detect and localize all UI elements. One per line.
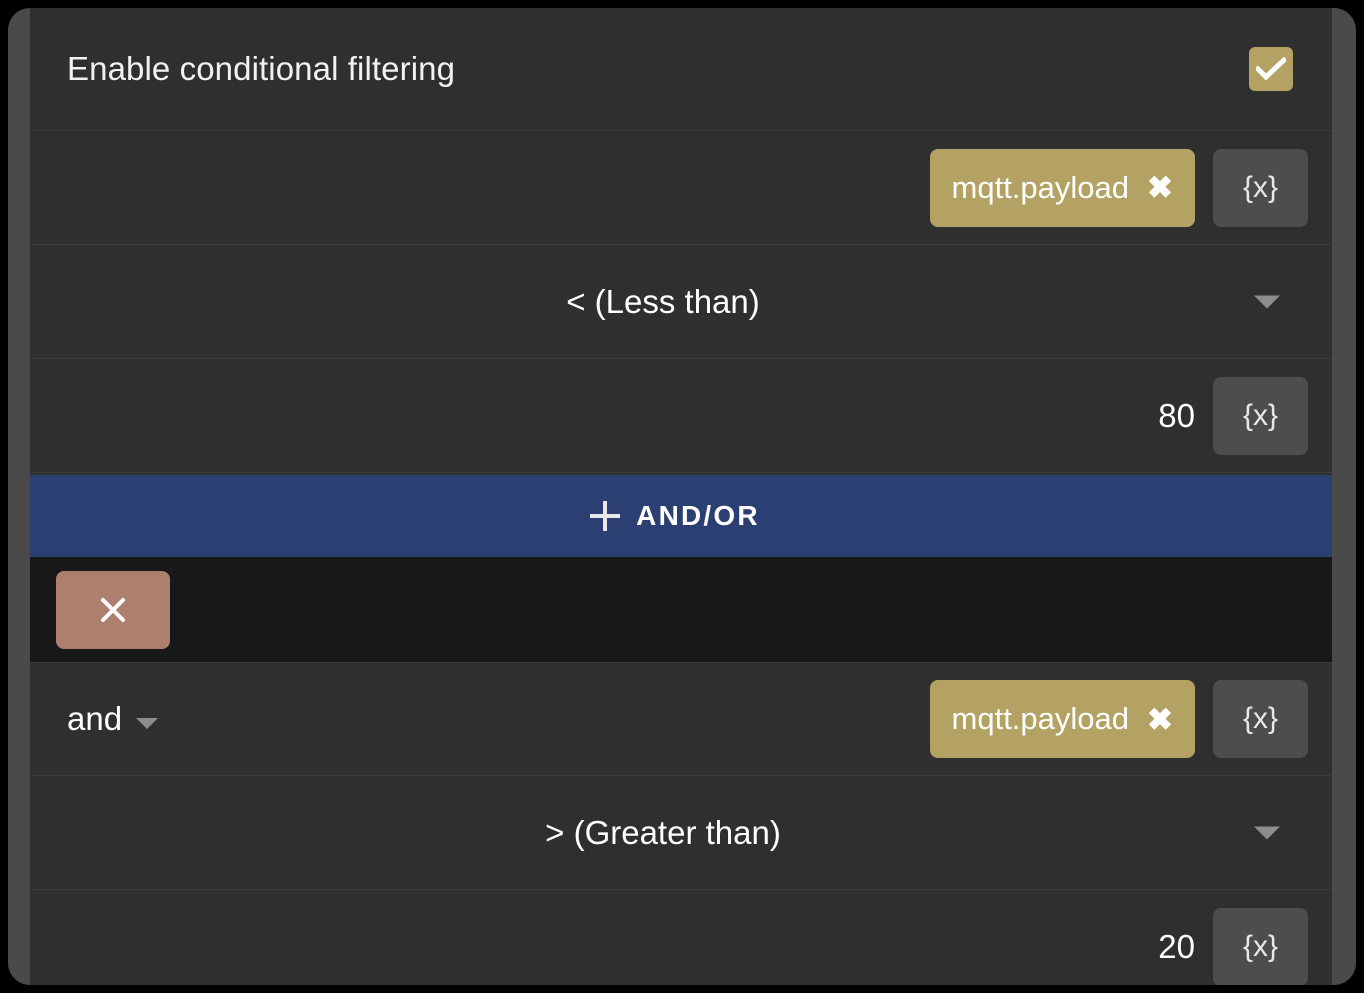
add-andor-label: AND/OR (636, 500, 760, 531)
condition-1-property-row[interactable]: mqtt.payload ✖ {x} (30, 131, 1332, 245)
condition-2-property-controls: mqtt.payload ✖ {x} (929, 680, 1318, 758)
close-icon[interactable]: ✖ (1147, 172, 1173, 203)
condition-1-property-chip[interactable]: mqtt.payload ✖ (929, 148, 1195, 227)
condition-1-operator-select[interactable]: < (Less than) (30, 245, 1332, 359)
plus-icon (590, 501, 621, 531)
dialog-shell: Enable conditional filtering mqtt.payloa… (8, 8, 1356, 985)
condition-1-value-row[interactable]: 80 {x} (30, 359, 1332, 473)
add-andor-row: AND/OR (30, 473, 1332, 557)
condition-2-operator-value: > (Greater than) (545, 813, 781, 851)
condition-2-property-chip[interactable]: mqtt.payload ✖ (929, 680, 1195, 758)
chevron-down-icon[interactable] (1254, 826, 1280, 839)
close-icon[interactable]: ✖ (1147, 704, 1173, 735)
condition-2-value-expression-button[interactable]: {x} (1213, 908, 1308, 985)
condition-1-property-label: mqtt.payload (951, 169, 1130, 205)
condition-2-conjunction-value: and (67, 700, 123, 737)
condition-2-property-row[interactable]: and mqtt.payload ✖ {x} (30, 663, 1332, 776)
condition-1-expression-button[interactable]: {x} (1213, 148, 1308, 227)
condition-2-property-label: mqtt.payload (951, 701, 1130, 736)
condition-2-operator-select[interactable]: > (Greater than) (30, 776, 1332, 890)
condition-2-delete-row (30, 557, 1332, 663)
chevron-down-icon[interactable] (1254, 295, 1280, 308)
condition-2-delete-button[interactable] (56, 570, 170, 649)
add-andor-button[interactable]: AND/OR (30, 475, 1332, 557)
enable-conditional-filtering-checkbox[interactable] (1249, 47, 1293, 91)
condition-1-operator-value: < (Less than) (566, 282, 760, 320)
condition-2-conjunction-select[interactable]: and (44, 700, 159, 738)
condition-1-value-input[interactable]: 80 (1158, 397, 1195, 435)
close-icon (101, 597, 125, 622)
check-icon (1256, 57, 1286, 81)
condition-2-value-row[interactable]: 20 {x} (30, 890, 1332, 985)
conditional-filter-panel: Enable conditional filtering mqtt.payloa… (30, 8, 1332, 985)
page-title: Enable conditional filtering (67, 50, 456, 87)
condition-2-value-input[interactable]: 20 (1158, 928, 1195, 966)
chevron-down-icon (136, 717, 159, 729)
enable-conditional-filtering-row[interactable]: Enable conditional filtering (30, 8, 1332, 131)
condition-2-expression-button[interactable]: {x} (1213, 680, 1308, 758)
condition-1-value-expression-button[interactable]: {x} (1213, 376, 1308, 455)
